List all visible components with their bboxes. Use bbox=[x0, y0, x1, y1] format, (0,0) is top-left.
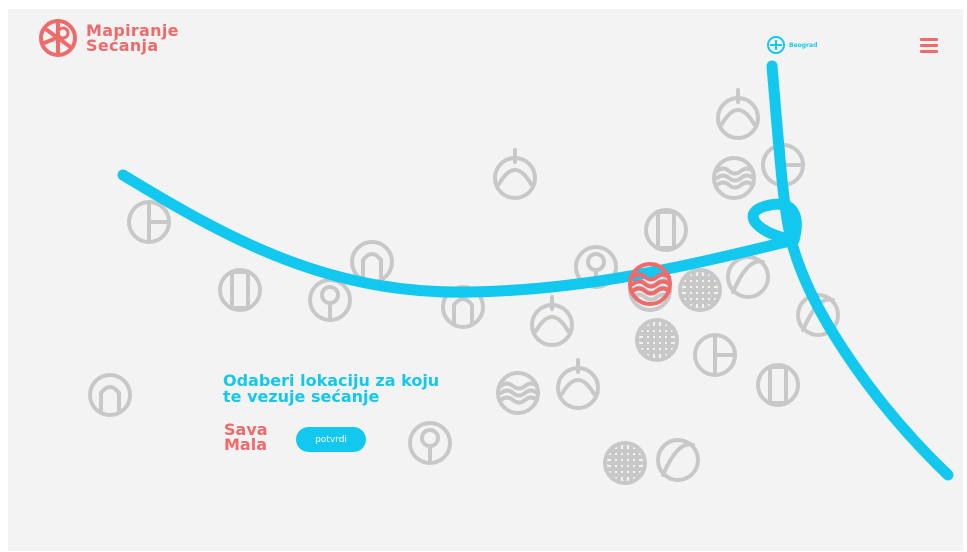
landmark-icon[interactable] bbox=[493, 148, 537, 200]
landmark-icon[interactable] bbox=[496, 371, 540, 415]
arch-building-icon[interactable] bbox=[644, 208, 688, 252]
tower-icon[interactable] bbox=[556, 358, 600, 410]
landmark-icon[interactable] bbox=[756, 363, 800, 407]
pergola-icon[interactable] bbox=[712, 156, 756, 200]
menu-bar bbox=[920, 50, 938, 53]
landmark-icon[interactable] bbox=[693, 333, 737, 377]
brand-name: Mapiranje Sećanja bbox=[86, 23, 179, 55]
bridge-icon[interactable] bbox=[635, 318, 679, 362]
landmark-icon[interactable] bbox=[127, 200, 171, 244]
park-tree-icon[interactable] bbox=[308, 278, 352, 322]
prompt-line-2: te vezuje sećanje bbox=[223, 387, 380, 406]
city-icon bbox=[767, 36, 785, 54]
city-label: Beograd bbox=[789, 41, 818, 49]
app-screen: Mapiranje Sećanja Beograd Odaberi lokaci… bbox=[0, 0, 967, 552]
selected-line-2: Mala bbox=[224, 435, 267, 454]
city-map bbox=[88, 60, 954, 485]
landmark-icon[interactable] bbox=[88, 373, 132, 417]
landmark-icon[interactable] bbox=[603, 441, 647, 485]
hamburger-menu-icon[interactable] bbox=[920, 38, 938, 54]
church-dome-icon[interactable] bbox=[716, 88, 760, 140]
selected-location: Sava Mala bbox=[224, 422, 268, 454]
landmark-icon[interactable] bbox=[678, 268, 722, 312]
landmark-icon[interactable] bbox=[218, 268, 262, 312]
brand-line-2: Sećanja bbox=[86, 36, 159, 55]
menu-bar bbox=[920, 44, 938, 47]
landmark-icon[interactable] bbox=[408, 421, 452, 465]
danube-river bbox=[766, 60, 954, 481]
select-location-prompt: Odaberi lokaciju za koju te vezuje sećan… bbox=[223, 373, 439, 405]
menu-bar bbox=[920, 38, 938, 41]
city-switcher[interactable]: Beograd bbox=[766, 35, 817, 55]
landmark-icon[interactable] bbox=[726, 255, 770, 299]
confirm-button[interactable]: potvrdi bbox=[296, 427, 366, 452]
brand-logo[interactable]: Mapiranje Sećanja bbox=[38, 18, 179, 58]
landmark-icon[interactable] bbox=[656, 438, 700, 482]
landmark-icon[interactable] bbox=[530, 295, 574, 347]
map-pin-logo-icon bbox=[39, 19, 77, 57]
